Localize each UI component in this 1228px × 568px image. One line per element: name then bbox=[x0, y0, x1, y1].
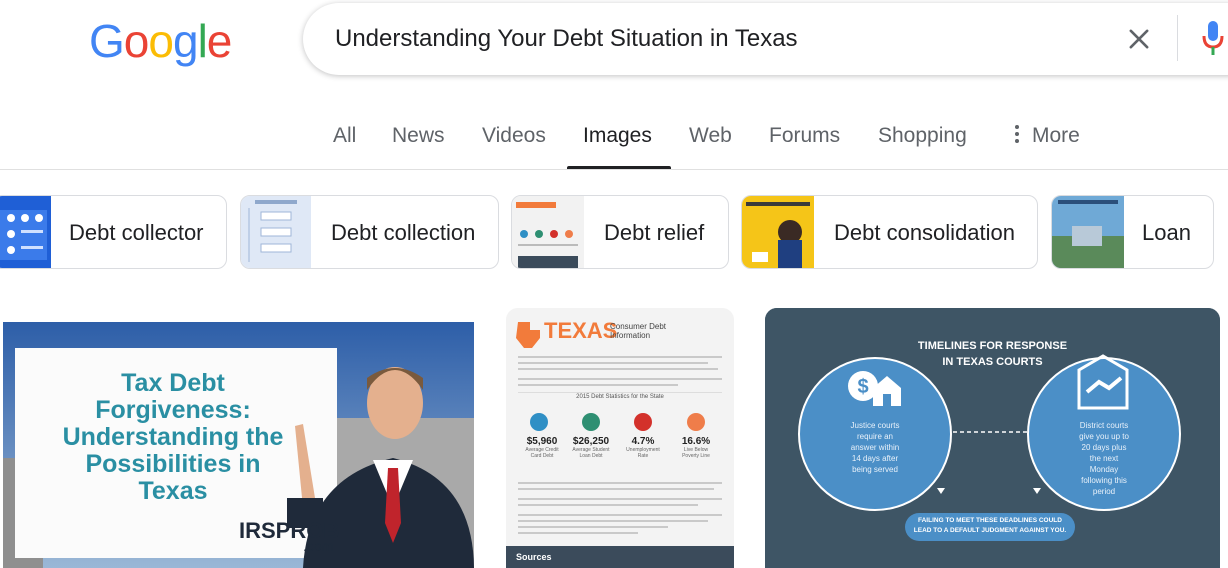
text-line: period bbox=[1092, 487, 1116, 496]
logo-letter: g bbox=[172, 15, 199, 67]
stat-item: 4.7% Unemployment Rate bbox=[619, 436, 667, 459]
title-line: Possibilities in bbox=[85, 450, 261, 478]
chip-debt-collection[interactable]: Debt collection bbox=[240, 195, 499, 269]
stat-value: 4.7% bbox=[631, 436, 655, 447]
text-line: being served bbox=[852, 465, 898, 474]
stat-value: $5,960 bbox=[526, 436, 558, 447]
stat-item: $5,960 Average Credit Card Debt bbox=[518, 436, 566, 459]
logo-letter: e bbox=[206, 15, 233, 67]
chip-thumbnail bbox=[1052, 196, 1124, 268]
text-line: District courts bbox=[1079, 421, 1129, 430]
tab-forums[interactable]: Forums bbox=[769, 124, 840, 148]
title-line: Texas bbox=[138, 477, 208, 505]
chip-debt-relief[interactable]: Debt relief bbox=[511, 195, 729, 269]
texas-brand: TEXAS bbox=[544, 318, 618, 343]
text-line: Monday bbox=[1089, 465, 1119, 474]
brand-suffix: .com bbox=[303, 538, 334, 554]
result-image-title: Tax Debt Forgiveness: Understanding the … bbox=[23, 370, 323, 505]
tab-videos[interactable]: Videos bbox=[482, 124, 546, 148]
subtitle-line: Consumer Debt bbox=[610, 322, 667, 331]
chip-label: Debt collector bbox=[69, 220, 204, 245]
stat-item: 16.6% Live Below Poverty Line bbox=[672, 436, 720, 459]
tab-more-label: More bbox=[1032, 124, 1080, 147]
image-result-texas-consumer-debt[interactable]: TEXAS Consumer Debt Information 2015 Deb… bbox=[506, 308, 734, 568]
sources-footer: Sources bbox=[516, 552, 552, 562]
stat-label: Loan Debt bbox=[579, 453, 603, 459]
chip-debt-collector[interactable]: Debt collector bbox=[0, 195, 227, 269]
tab-more[interactable]: More bbox=[1014, 124, 1080, 148]
text-line: require an bbox=[856, 432, 894, 441]
chip-thumbnail bbox=[0, 196, 51, 268]
chip-thumbnail bbox=[241, 196, 311, 268]
title-line: Understanding the bbox=[62, 423, 284, 451]
svg-text:$: $ bbox=[857, 376, 868, 398]
chip-label: Loan bbox=[1142, 220, 1191, 245]
logo-letter: o bbox=[123, 15, 150, 67]
tab-all[interactable]: All bbox=[333, 124, 356, 148]
title-line: Forgiveness: bbox=[95, 396, 251, 424]
subtitle-line: Information bbox=[610, 331, 651, 340]
stat-value: $26,250 bbox=[572, 436, 610, 447]
warning-line: FAILING TO MEET THESE DEADLINES COULD bbox=[918, 517, 1062, 524]
stats-section-title: 2015 Debt Statistics for the State bbox=[576, 394, 664, 400]
chip-label: Debt relief bbox=[604, 220, 705, 245]
title-line: Tax Debt bbox=[121, 369, 225, 397]
search-divider bbox=[1177, 15, 1178, 61]
tab-news[interactable]: News bbox=[392, 124, 445, 148]
image-result-tax-debt-forgiveness[interactable]: Tax Debt Forgiveness: Understanding the … bbox=[3, 308, 474, 568]
chip-label: Debt collection bbox=[331, 220, 476, 245]
chip-loan[interactable]: Loan bbox=[1051, 195, 1214, 269]
justice-courts-text: Justice courts require an answer within … bbox=[825, 420, 925, 475]
text-line: give you up to bbox=[1079, 432, 1129, 441]
text-line: 20 days plus bbox=[1081, 443, 1127, 452]
card-title: TIMELINES FOR RESPONSE IN TEXAS COURTS bbox=[765, 338, 1220, 370]
texas-subtitle: Consumer Debt Information bbox=[610, 322, 666, 340]
district-courts-text: District courts give you up to 20 days p… bbox=[1054, 420, 1154, 497]
chip-debt-consolidation[interactable]: Debt consolidation bbox=[741, 195, 1038, 269]
stat-label: Card Debt bbox=[530, 453, 554, 459]
stat-label: Poverty Line bbox=[682, 453, 710, 459]
text-line: 14 days after bbox=[851, 454, 899, 463]
more-vert-icon bbox=[1015, 125, 1019, 144]
logo-letter: G bbox=[89, 15, 125, 67]
stat-label: Rate bbox=[637, 453, 649, 459]
chip-thumbnail bbox=[742, 196, 814, 268]
warning-line: LEAD TO A DEFAULT JUDGMENT AGAINST YOU. bbox=[913, 527, 1067, 534]
close-icon[interactable] bbox=[1125, 25, 1153, 53]
text-line: the next bbox=[1089, 454, 1119, 463]
stat-value: 16.6% bbox=[681, 436, 711, 447]
tabs-divider bbox=[0, 169, 1228, 170]
text-line: answer within bbox=[850, 443, 900, 452]
search-input[interactable]: Understanding Your Debt Situation in Tex… bbox=[335, 25, 798, 53]
tab-images[interactable]: Images bbox=[583, 124, 652, 148]
logo-letter: l bbox=[197, 15, 208, 67]
search-box[interactable]: Understanding Your Debt Situation in Tex… bbox=[303, 3, 1228, 75]
tab-shopping[interactable]: Shopping bbox=[878, 124, 967, 148]
title-line: TIMELINES FOR RESPONSE bbox=[917, 340, 1068, 352]
tab-web[interactable]: Web bbox=[689, 124, 732, 148]
google-logo[interactable]: Google bbox=[89, 14, 233, 68]
stat-item: $26,250 Average Student Loan Debt bbox=[567, 436, 615, 459]
chip-label: Debt consolidation bbox=[834, 220, 1016, 245]
chip-thumbnail bbox=[512, 196, 584, 268]
title-line: IN TEXAS COURTS bbox=[942, 356, 1043, 368]
search-tabs: All News Videos Images Web Forums Shoppi… bbox=[0, 112, 1228, 170]
text-line: Justice courts bbox=[850, 421, 900, 430]
image-result-timelines-texas-courts[interactable]: $ TIMELINES FOR RESPONSE IN TEXAS COURTS… bbox=[765, 308, 1220, 568]
text-line: following this bbox=[1081, 476, 1127, 485]
deadline-warning: FAILING TO MEET THESE DEADLINES COULD LE… bbox=[905, 516, 1075, 536]
logo-letter: o bbox=[148, 15, 174, 67]
microphone-icon[interactable] bbox=[1201, 19, 1225, 57]
